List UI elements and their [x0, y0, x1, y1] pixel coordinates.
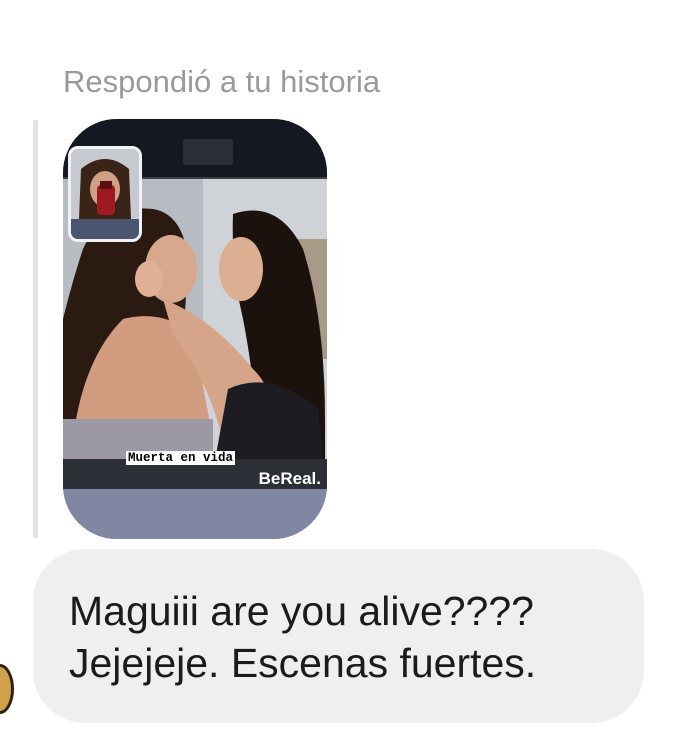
message-line-1: Maguiii are you alive????	[69, 588, 534, 634]
sender-avatar[interactable]	[0, 664, 14, 714]
replied-to-story-label: Respondió a tu historia	[63, 64, 381, 99]
bereal-logo: BeReal.	[258, 469, 321, 488]
selfie-thumbnail	[68, 146, 142, 242]
quote-bar	[33, 120, 38, 538]
message-text: Maguiii are you alive???? Jejejeje. Esce…	[69, 585, 536, 689]
story-preview[interactable]: Muerta en vida BeReal.	[63, 119, 327, 539]
selfie-photo	[71, 149, 139, 239]
story-caption: Muerta en vida	[126, 451, 236, 465]
message-line-2: Jejejeje. Escenas fuertes.	[69, 640, 537, 686]
message-bubble[interactable]: Maguiii are you alive???? Jejejeje. Esce…	[33, 549, 644, 723]
